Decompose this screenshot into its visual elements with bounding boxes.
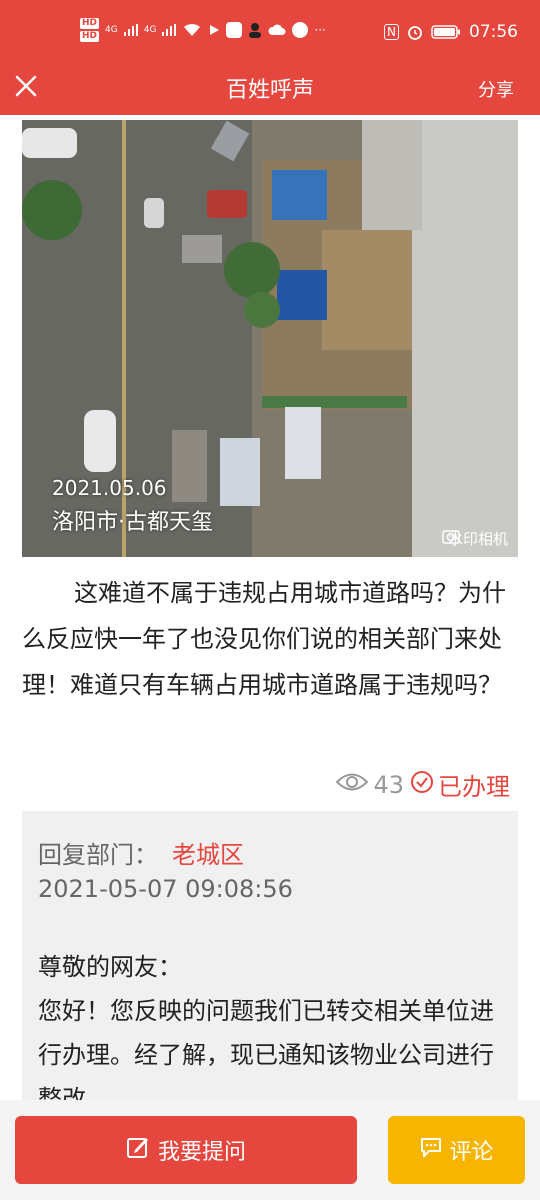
post-meta: 43 已办理	[335, 767, 510, 802]
photo-watermark: 水印相机	[442, 528, 508, 549]
person-icon	[248, 22, 262, 38]
play-icon	[208, 24, 220, 36]
post-photo[interactable]: 2021.05.06 洛阳市·古都天玺 水印相机	[22, 120, 518, 557]
view-count: 43	[335, 771, 404, 799]
page-title: 百姓呼声	[225, 78, 314, 103]
battery-icon	[431, 25, 461, 39]
comment-label: 评论	[449, 1140, 494, 1165]
status-label: 已办理	[438, 773, 510, 801]
reply-department: 回复部门： 老城区	[38, 835, 244, 870]
reply-card: 回复部门： 老城区 2021-05-07 09:08:56 尊敬的网友： 您好！您…	[22, 811, 518, 1100]
app-header: 百姓呼声 分享	[0, 60, 540, 115]
ask-question-label: 我要提问	[157, 1140, 246, 1165]
reply-department-name[interactable]: 老城区	[172, 841, 244, 869]
signal-bars-1-icon	[123, 24, 138, 36]
ask-question-button[interactable]: 我要提问	[15, 1116, 357, 1184]
reply-department-label: 回复部门：	[38, 841, 158, 869]
comment-button[interactable]: 评论	[388, 1116, 525, 1184]
more-notifications: ···	[314, 23, 326, 37]
signal-label-1: 4G	[105, 25, 118, 35]
clock: 07:56	[469, 22, 518, 42]
photo-date-stamp: 2021.05.06	[52, 476, 167, 500]
hd-badge-1: HD	[80, 18, 100, 29]
status-bar-right: N 07:56	[384, 22, 518, 42]
cloud-icon	[268, 24, 286, 36]
status-bar: HD HD 4G 4G ··· N 07:56	[0, 0, 540, 60]
bottom-action-bar: 我要提问 评论	[0, 1100, 540, 1200]
reply-body: 尊敬的网友： 您好！您反映的问题我们已转交相关单位进行办理。经了解，现已通知该物…	[38, 945, 504, 1100]
view-count-value: 43	[373, 770, 404, 799]
content-area[interactable]: 2021.05.06 洛阳市·古都天玺 水印相机 这难道不属于违规占用城市道路吗…	[0, 115, 540, 1100]
check-circle-icon	[410, 770, 434, 800]
alarm-icon	[407, 24, 423, 40]
status-badge: 已办理	[410, 767, 510, 802]
reply-text: 您好！您反映的问题我们已转交相关单位进行办理。经了解，现已通知该物业公司进行整改…	[38, 997, 494, 1100]
reply-greeting: 尊敬的网友：	[38, 953, 182, 981]
photo-location-stamp: 洛阳市·古都天玺	[52, 510, 213, 535]
status-bar-left: HD HD 4G 4G ···	[80, 18, 326, 42]
app-notification-icon	[226, 22, 243, 38]
hd-badge-2: HD	[80, 31, 100, 42]
browser-icon	[292, 22, 309, 38]
eye-icon	[335, 771, 369, 799]
wifi-icon	[182, 23, 202, 37]
edit-icon	[126, 1135, 150, 1165]
post-body: 这难道不属于违规占用城市道路吗？为什么反应快一年了也没见你们说的相关部门来处理！…	[22, 579, 506, 699]
signal-label-2: 4G	[143, 25, 157, 35]
reply-timestamp: 2021-05-07 09:08:56	[38, 875, 293, 903]
share-button[interactable]: 分享	[478, 76, 514, 102]
comment-bubble-icon	[419, 1136, 443, 1164]
nfc-icon: N	[384, 24, 399, 40]
signal-bars-2-icon	[162, 24, 177, 36]
